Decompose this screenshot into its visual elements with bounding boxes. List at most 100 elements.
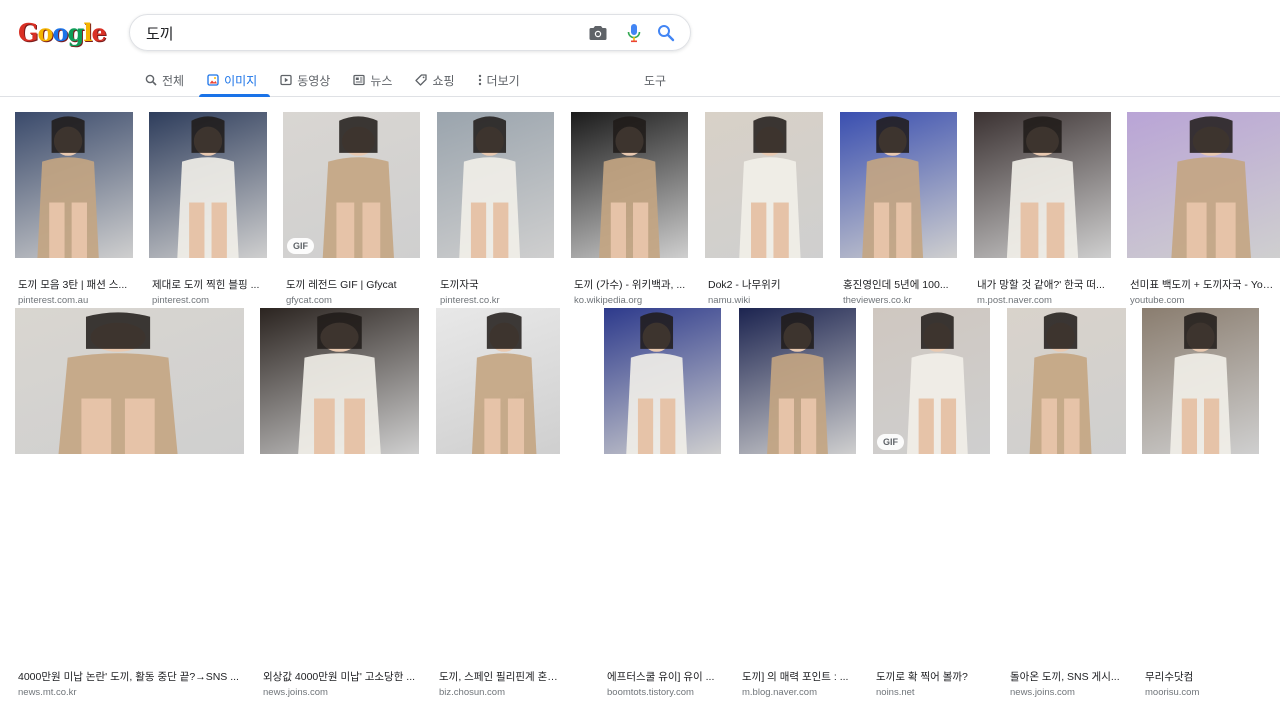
person-silhouette bbox=[571, 112, 688, 258]
result-title[interactable]: 도끼, 스페인 필리핀계 혼혈...사... bbox=[439, 671, 559, 684]
news-icon bbox=[353, 74, 365, 86]
result-source[interactable]: moorisu.com bbox=[1145, 687, 1258, 699]
result-title[interactable]: 도끼] 의 매력 포인트 : ... bbox=[742, 671, 855, 684]
result-title[interactable]: 도끼로 확 찍어 볼까? bbox=[876, 671, 989, 684]
result-source[interactable]: gfycat.com bbox=[286, 295, 419, 307]
result-source[interactable]: biz.chosun.com bbox=[439, 687, 559, 699]
result-source[interactable]: namu.wiki bbox=[708, 295, 822, 307]
image-thumbnail[interactable] bbox=[739, 308, 856, 454]
image-result[interactable]: 도끼자국 pinterest.co.kr bbox=[437, 112, 554, 309]
result-title[interactable]: 도끼자국 bbox=[440, 279, 553, 292]
mic-icon[interactable] bbox=[624, 23, 644, 43]
image-thumbnail[interactable] bbox=[840, 112, 957, 258]
image-result[interactable]: 외상값 4000만원 미납' 고소당한 ... news.joins.com bbox=[260, 308, 419, 701]
image-thumbnail[interactable]: GIF bbox=[873, 308, 990, 454]
person-silhouette bbox=[974, 112, 1111, 258]
result-source[interactable]: news.joins.com bbox=[1010, 687, 1125, 699]
image-thumbnail[interactable] bbox=[436, 308, 560, 454]
image-result[interactable]: GIF 도끼 레전드 GIF | Gfycat gfycat.com bbox=[283, 112, 420, 309]
person-silhouette bbox=[15, 308, 244, 454]
image-thumbnail[interactable] bbox=[437, 112, 554, 258]
result-title[interactable]: 내가 망할 것 같애?' 한국 떠... bbox=[977, 279, 1110, 292]
search-box[interactable] bbox=[129, 14, 691, 51]
image-result[interactable]: 홍진영인데 5년에 100... theviewers.co.kr bbox=[840, 112, 957, 309]
image-thumbnail[interactable] bbox=[260, 308, 419, 454]
image-thumbnail[interactable] bbox=[15, 308, 244, 454]
result-title[interactable]: 에프터스쿨 유이] 유이 ... bbox=[607, 671, 720, 684]
tab-label: 뉴스 bbox=[370, 73, 393, 88]
image-result[interactable]: 무리수닷컴 moorisu.com bbox=[1142, 308, 1259, 701]
result-source[interactable]: ko.wikipedia.org bbox=[574, 295, 687, 307]
image-thumbnail[interactable] bbox=[15, 112, 133, 258]
result-title[interactable]: 홍진영인데 5년에 100... bbox=[843, 279, 956, 292]
result-title[interactable]: 제대로 도끼 찍힌 블핑 ... bbox=[152, 279, 266, 292]
image-thumbnail[interactable] bbox=[1007, 308, 1126, 454]
person-silhouette bbox=[1127, 112, 1280, 258]
result-title[interactable]: 4000만원 미납 논란' 도끼, 활동 중단 끝?→SNS ... bbox=[18, 671, 243, 684]
person-silhouette bbox=[604, 308, 721, 454]
result-title[interactable]: 돌아온 도끼, SNS 게시... bbox=[1010, 671, 1125, 684]
search-input[interactable] bbox=[146, 22, 576, 44]
image-result[interactable]: 도끼 모음 3탄 | 패션 스... pinterest.com.au bbox=[15, 112, 133, 309]
result-title[interactable]: 무리수닷컴 bbox=[1145, 671, 1258, 684]
google-doodle-logo[interactable]: Google bbox=[18, 16, 107, 48]
search-icon bbox=[145, 74, 157, 86]
image-result[interactable]: 내가 망할 것 같애?' 한국 떠... m.post.naver.com bbox=[974, 112, 1111, 309]
tab-videos[interactable]: 동영상 bbox=[280, 63, 341, 97]
image-thumbnail[interactable] bbox=[705, 112, 823, 258]
result-source[interactable]: noins.net bbox=[876, 687, 989, 699]
logo-letter: g bbox=[67, 17, 85, 47]
result-source[interactable]: pinterest.com.au bbox=[18, 295, 132, 307]
result-title[interactable]: 선미표 백도끼 + 도끼자국 - YouTube bbox=[1130, 279, 1279, 292]
result-source[interactable]: m.post.naver.com bbox=[977, 295, 1110, 307]
search-icon[interactable] bbox=[656, 23, 676, 43]
image-result[interactable]: 돌아온 도끼, SNS 게시... news.joins.com bbox=[1007, 308, 1126, 701]
tab-all[interactable]: 전체 bbox=[145, 63, 195, 97]
image-result[interactable]: 도끼] 의 매력 포인트 : ... m.blog.naver.com bbox=[739, 308, 856, 701]
camera-icon[interactable] bbox=[588, 23, 608, 43]
result-source[interactable]: news.joins.com bbox=[263, 687, 418, 699]
person-silhouette bbox=[873, 308, 990, 454]
result-title[interactable]: 외상값 4000만원 미납' 고소당한 ... bbox=[263, 671, 418, 684]
result-source[interactable]: pinterest.co.kr bbox=[440, 295, 553, 307]
header: Google 전체 이미지 동영상 뉴스 쇼핑 bbox=[0, 0, 1280, 97]
tools-button[interactable]: 도구 bbox=[644, 63, 666, 97]
image-result[interactable]: Dok2 - 나무위키 namu.wiki bbox=[705, 112, 823, 309]
result-source[interactable]: news.mt.co.kr bbox=[18, 687, 243, 699]
result-title[interactable]: 도끼 (가수) - 위키백과, ... bbox=[574, 279, 687, 292]
image-result[interactable]: 선미표 백도끼 + 도끼자국 - YouTube youtube.com bbox=[1127, 112, 1280, 309]
image-thumbnail[interactable] bbox=[149, 112, 267, 258]
result-source[interactable]: theviewers.co.kr bbox=[843, 295, 956, 307]
result-source[interactable]: boomtots.tistory.com bbox=[607, 687, 720, 699]
image-result[interactable]: 에프터스쿨 유이] 유이 ... boomtots.tistory.com bbox=[604, 308, 721, 701]
image-thumbnail[interactable]: GIF bbox=[283, 112, 420, 258]
result-title[interactable]: Dok2 - 나무위키 bbox=[708, 279, 822, 292]
tab-more[interactable]: 더보기 bbox=[478, 63, 531, 97]
result-source[interactable]: youtube.com bbox=[1130, 295, 1279, 307]
logo-letter: o bbox=[37, 17, 54, 47]
result-source[interactable]: pinterest.com bbox=[152, 295, 266, 307]
image-result[interactable]: 제대로 도끼 찍힌 블핑 ... pinterest.com bbox=[149, 112, 267, 309]
image-thumbnail[interactable] bbox=[604, 308, 721, 454]
person-silhouette bbox=[260, 308, 419, 454]
image-thumbnail[interactable] bbox=[974, 112, 1111, 258]
result-source[interactable]: m.blog.naver.com bbox=[742, 687, 855, 699]
image-thumbnail[interactable] bbox=[1127, 112, 1280, 258]
image-result[interactable]: 도끼 (가수) - 위키백과, ... ko.wikipedia.org bbox=[571, 112, 688, 309]
search-tabs: 전체 이미지 동영상 뉴스 쇼핑 더보기 bbox=[145, 63, 543, 97]
tab-images[interactable]: 이미지 bbox=[199, 63, 271, 97]
image-result[interactable]: 도끼, 스페인 필리핀계 혼혈...사... biz.chosun.com bbox=[436, 308, 560, 701]
person-silhouette bbox=[436, 308, 560, 454]
result-title[interactable]: 도끼 모음 3탄 | 패션 스... bbox=[18, 279, 132, 292]
tab-news[interactable]: 뉴스 bbox=[353, 63, 403, 97]
video-icon bbox=[280, 74, 292, 86]
image-result[interactable]: 4000만원 미납 논란' 도끼, 활동 중단 끝?→SNS ... news.m… bbox=[15, 308, 244, 701]
tools-label: 도구 bbox=[644, 73, 667, 88]
tab-shopping[interactable]: 쇼핑 bbox=[415, 63, 465, 97]
image-icon bbox=[207, 74, 219, 86]
image-thumbnail[interactable] bbox=[1142, 308, 1259, 454]
result-title[interactable]: 도끼 레전드 GIF | Gfycat bbox=[286, 279, 419, 292]
person-silhouette bbox=[739, 308, 856, 454]
image-thumbnail[interactable] bbox=[571, 112, 688, 258]
image-result[interactable]: GIF 도끼로 확 찍어 볼까? noins.net bbox=[873, 308, 990, 701]
